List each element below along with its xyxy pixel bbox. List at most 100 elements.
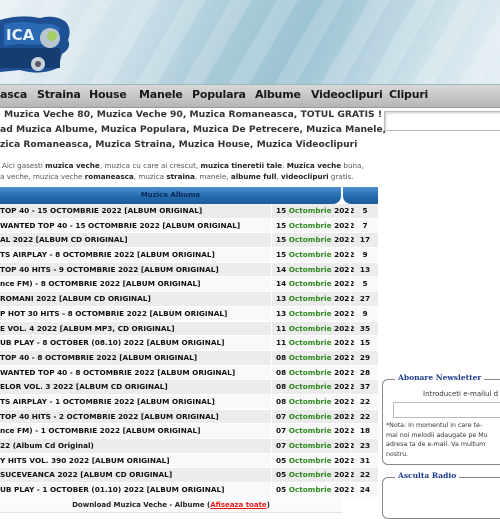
album-row[interactable]: TOP 40 - 8 OCTOMBRIE 2022 [ALBUM ORIGINA…: [0, 350, 379, 366]
album-date: 07 Octombrie 2022: [271, 409, 354, 424]
album-row[interactable]: nce FM) - 1 OCTOMBRIE 2022 [ALBUM ORIGIN…: [0, 424, 378, 439]
album-row[interactable]: Y HITS VOL. 390 2022 [ALBUM ORIGINAL] 05 …: [0, 453, 378, 469]
album-date-month: Octombrie: [288, 308, 332, 318]
site-logo[interactable]: ICA: [0, 12, 72, 76]
album-row[interactable]: 22 (Album Cd Original) 07 Octombrie 2022 2…: [0, 439, 378, 454]
radio-legend: Asculta Radio: [395, 471, 460, 480]
album-date: 11 Octombrie 2022: [271, 321, 354, 336]
album-row[interactable]: TOP 40 HITS - 9 OCTOMBRIE 2022 [ALBUM OR…: [0, 262, 378, 278]
desc-text: , muzica: [133, 172, 167, 181]
album-date: 08 Octombrie 2022: [271, 350, 354, 365]
album-row[interactable]: E VOL. 4 2022 [ALBUM MP3, CD ORIGINAL] 11…: [0, 321, 378, 337]
album-title-link[interactable]: nce FM) - 1 OCTOMBRIE 2022 [ALBUM ORIGIN…: [0, 424, 268, 438]
album-row[interactable]: TOP 40 - 15 OCTOMBRIE 2022 [ALBUM ORIGIN…: [0, 204, 378, 219]
album-date-day: 13: [276, 308, 287, 318]
desc-text: a veche, muzica veche: [0, 172, 85, 181]
album-date-month: Octombrie: [288, 485, 332, 495]
album-track-count: 29: [350, 350, 379, 365]
album-title-link[interactable]: 22 (Album Cd Original): [0, 439, 268, 453]
main-nav: asca Straina House Manele Populara Album…: [0, 84, 500, 108]
intro-line-3: zica Romaneasca, Muzica Straina, Muzica …: [0, 139, 358, 150]
newsletter-note-line: nostru.: [386, 450, 409, 458]
album-title-link[interactable]: nce FM) - 8 OCTOMBRIE 2022 [ALBUM ORIGIN…: [0, 277, 268, 291]
nav-item-house[interactable]: House: [89, 88, 127, 101]
album-title-link[interactable]: WANTED TOP 40 - 15 OCTOMBRIE 2022 [ALBUM…: [0, 219, 268, 233]
nav-item-videoclipuri[interactable]: Videoclipuri: [311, 88, 383, 101]
album-title-link[interactable]: TOP 40 HITS - 9 OCTOMBRIE 2022 [ALBUM OR…: [0, 263, 268, 277]
search-input[interactable]: [384, 111, 500, 131]
album-date: 11 Octombrie 2022: [271, 336, 354, 350]
album-title-link[interactable]: P HOT 30 HITS - 8 OCTOMBRIE 2022 [ALBUM …: [0, 307, 268, 321]
show-all-link[interactable]: Afiseaza toate: [210, 501, 266, 509]
album-title-link[interactable]: SUCEVEANCA 2022 [ALBUM CD ORIGINAL]: [0, 468, 268, 482]
footer-text: ): [266, 500, 270, 509]
desc-text: , manele,: [194, 172, 231, 181]
album-track-count: 24: [350, 483, 379, 497]
nav-item-clipuri[interactable]: Clipuri: [389, 88, 428, 101]
album-row[interactable]: P HOT 30 HITS - 8 OCTOMBRIE 2022 [ALBUM …: [0, 306, 378, 322]
album-title-link[interactable]: AL 2022 [ALBUM CD ORIGINAL]: [0, 233, 268, 247]
album-date-day: 15: [276, 206, 287, 215]
album-title-link[interactable]: ROMANI 2022 [ALBUM CD ORIGINAL]: [0, 292, 268, 306]
nav-item-manele[interactable]: Manele: [139, 88, 183, 101]
desc-text: gratis.: [328, 172, 354, 181]
album-title-link[interactable]: UB PLAY - 1 OCTOBER (01.10) 2022 [ALBUM …: [0, 483, 268, 497]
album-date: 05 Octombrie 2022: [271, 483, 354, 497]
album-date-month: Octombrie: [288, 338, 332, 348]
album-row[interactable]: SUCEVEANCA 2022 [ALBUM CD ORIGINAL] 05 Oc…: [0, 468, 378, 484]
album-track-count: 37: [350, 380, 379, 394]
album-date: 13 Octombrie 2022: [271, 306, 354, 321]
album-row[interactable]: ROMANI 2022 [ALBUM CD ORIGINAL] 13 Octomb…: [0, 292, 378, 307]
album-title-link[interactable]: WANTED TOP 40 - 8 OCTOMBRIE 2022 [ALBUM …: [0, 366, 268, 380]
album-title-link[interactable]: TOP 40 HITS - 2 OCTOMBRIE 2022 [ALBUM OR…: [0, 410, 268, 424]
album-row[interactable]: ELOR VOL. 3 2022 [ALBUM CD ORIGINAL] 08 O…: [0, 380, 378, 395]
album-title-link[interactable]: ELOR VOL. 3 2022 [ALBUM CD ORIGINAL]: [0, 380, 268, 394]
album-title-link[interactable]: TS AIRPLAY - 1 OCTOMBRIE 2022 [ALBUM ORI…: [0, 395, 268, 409]
album-title-link[interactable]: E VOL. 4 2022 [ALBUM MP3, CD ORIGINAL]: [0, 322, 268, 336]
album-track-count: 5: [350, 277, 379, 292]
album-date-day: 11: [276, 338, 287, 348]
desc-keyword: muzica veche: [45, 161, 100, 170]
desc-text: Aici gasesti: [2, 161, 46, 170]
album-track-count: 5: [350, 204, 379, 218]
album-title-link[interactable]: UB PLAY - 8 OCTOBER (08.10) 2022 [ALBUM …: [0, 336, 268, 350]
nav-item-straina[interactable]: Straina: [37, 88, 81, 101]
nav-item-romaneasca[interactable]: asca: [0, 88, 27, 101]
newsletter-email-input[interactable]: [393, 402, 500, 418]
nav-item-populara[interactable]: Populara: [192, 88, 246, 101]
album-date-day: 15: [276, 235, 287, 245]
album-date-day: 05: [276, 470, 287, 480]
album-title-link[interactable]: TOP 40 - 15 OCTOMBRIE 2022 [ALBUM ORIGIN…: [0, 204, 268, 218]
album-row[interactable]: UB PLAY - 1 OCTOBER (01.10) 2022 [ALBUM …: [0, 483, 378, 498]
album-row[interactable]: TOP 40 HITS - 2 OCTOMBRIE 2022 [ALBUM OR…: [0, 409, 378, 425]
album-date-day: 08: [276, 382, 287, 392]
album-date-day: 08: [276, 396, 287, 406]
desc-keyword: Muzica veche: [286, 161, 342, 170]
album-date: 07 Octombrie 2022: [271, 439, 354, 453]
album-row[interactable]: AL 2022 [ALBUM CD ORIGINAL] 15 Octombrie …: [0, 233, 379, 249]
album-title-link[interactable]: TS AIRPLAY - 8 OCTOMBRIE 2022 [ALBUM ORI…: [0, 248, 268, 262]
album-row[interactable]: WANTED TOP 40 - 15 OCTOMBRIE 2022 [ALBUM…: [0, 218, 378, 234]
svg-text:ICA: ICA: [6, 26, 35, 44]
nav-item-albume[interactable]: Albume: [255, 88, 301, 101]
album-date: 15 Octombrie 2022: [271, 218, 354, 233]
album-track-count: 15: [350, 336, 379, 350]
album-title-link[interactable]: Y HITS VOL. 390 2022 [ALBUM ORIGINAL]: [0, 454, 268, 468]
album-date-day: 14: [276, 264, 287, 274]
albums-table: Muzica Albume TOP 40 - 15 OCTOMBRIE 2022…: [0, 187, 378, 513]
album-track-count: 22: [350, 394, 379, 409]
album-row[interactable]: WANTED TOP 40 - 8 OCTOMBRIE 2022 [ALBUM …: [0, 365, 378, 381]
album-row[interactable]: TS AIRPLAY - 8 OCTOMBRIE 2022 [ALBUM ORI…: [0, 248, 378, 263]
album-date-month: Octombrie: [288, 279, 332, 289]
newsletter-note: *Nota: In momentul in care te- mai noi m…: [386, 421, 500, 459]
album-date-day: 07: [276, 426, 287, 436]
album-date-month: Octombrie: [288, 220, 332, 230]
album-row[interactable]: TS AIRPLAY - 1 OCTOMBRIE 2022 [ALBUM ORI…: [0, 394, 379, 410]
album-row[interactable]: nce FM) - 8 OCTOMBRIE 2022 [ALBUM ORIGIN…: [0, 277, 379, 293]
site-header: ICA: [0, 0, 500, 84]
album-track-count: 9: [350, 248, 379, 262]
album-row[interactable]: UB PLAY - 8 OCTOBER (08.10) 2022 [ALBUM …: [0, 336, 378, 351]
album-track-count: 17: [350, 233, 379, 248]
album-title-link[interactable]: TOP 40 - 8 OCTOMBRIE 2022 [ALBUM ORIGINA…: [0, 351, 268, 365]
album-date-day: 05: [276, 485, 287, 495]
